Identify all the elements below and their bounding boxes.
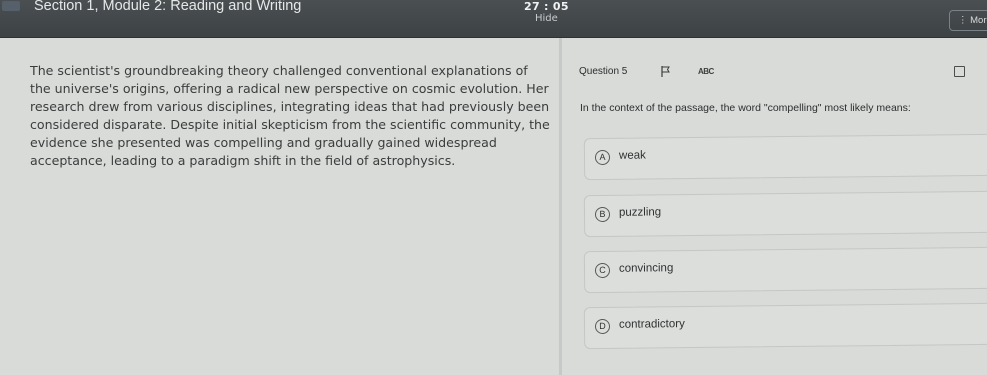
pane-divider[interactable] — [559, 38, 562, 375]
choice-letter: C — [594, 262, 611, 279]
hide-timer-button[interactable]: Hide — [535, 13, 558, 24]
choice-c[interactable]: C convincing — [583, 246, 987, 294]
passage-text: The scientist's groundbreaking theory ch… — [30, 63, 550, 168]
choice-text: weak — [618, 149, 646, 162]
choice-d[interactable]: D contradictory — [583, 302, 987, 350]
choice-letter: D — [594, 318, 611, 335]
menu-icon[interactable] — [2, 1, 20, 11]
flag-icon[interactable] — [661, 66, 671, 77]
choice-letter: A — [594, 149, 611, 166]
timer: 27 : 05 — [524, 0, 569, 13]
choice-text: contradictory — [618, 318, 685, 331]
question-prompt: In the context of the passage, the word … — [580, 102, 911, 114]
question-number: Question 5 — [579, 66, 628, 77]
choice-text: convincing — [618, 262, 674, 275]
section-title: Section 1, Module 2: Reading and Writing — [34, 0, 302, 14]
question-header: Question 5 ABC — [578, 62, 987, 84]
top-bar: Section 1, Module 2: Reading and Writing… — [0, 0, 987, 38]
choice-letter: B — [594, 206, 611, 223]
more-button[interactable]: ⋮ More — [949, 10, 987, 31]
annotate-icon[interactable] — [954, 66, 965, 77]
choice-text: puzzling — [618, 206, 662, 219]
choice-a[interactable]: A weak — [583, 133, 987, 181]
abc-strikethrough-icon[interactable]: ABC — [698, 67, 714, 76]
choice-b[interactable]: B puzzling — [583, 190, 987, 238]
